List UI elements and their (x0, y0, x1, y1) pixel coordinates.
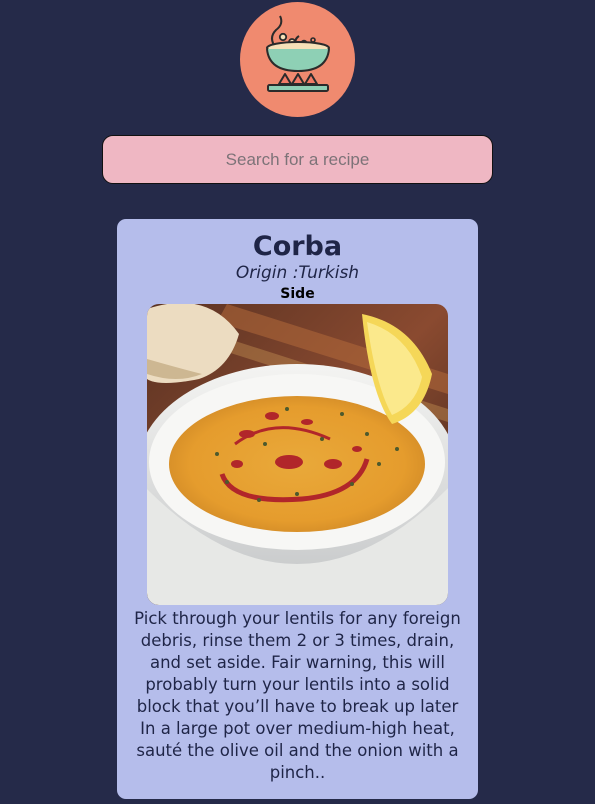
recipe-page: Corba Origin :Turkish Side (0, 0, 595, 804)
recipe-title: Corba (252, 231, 343, 262)
recipe-category: Side (280, 286, 315, 302)
recipe-instructions: Pick through your lentils for any foreig… (134, 609, 461, 782)
recipe-origin: Origin :Turkish (235, 263, 360, 283)
recipe-image (147, 304, 448, 605)
search-input[interactable] (102, 135, 493, 184)
cooking-pot-icon (266, 15, 330, 92)
app-logo (240, 2, 355, 117)
recipe-card[interactable]: Corba Origin :Turkish Side Pick through … (117, 219, 478, 799)
